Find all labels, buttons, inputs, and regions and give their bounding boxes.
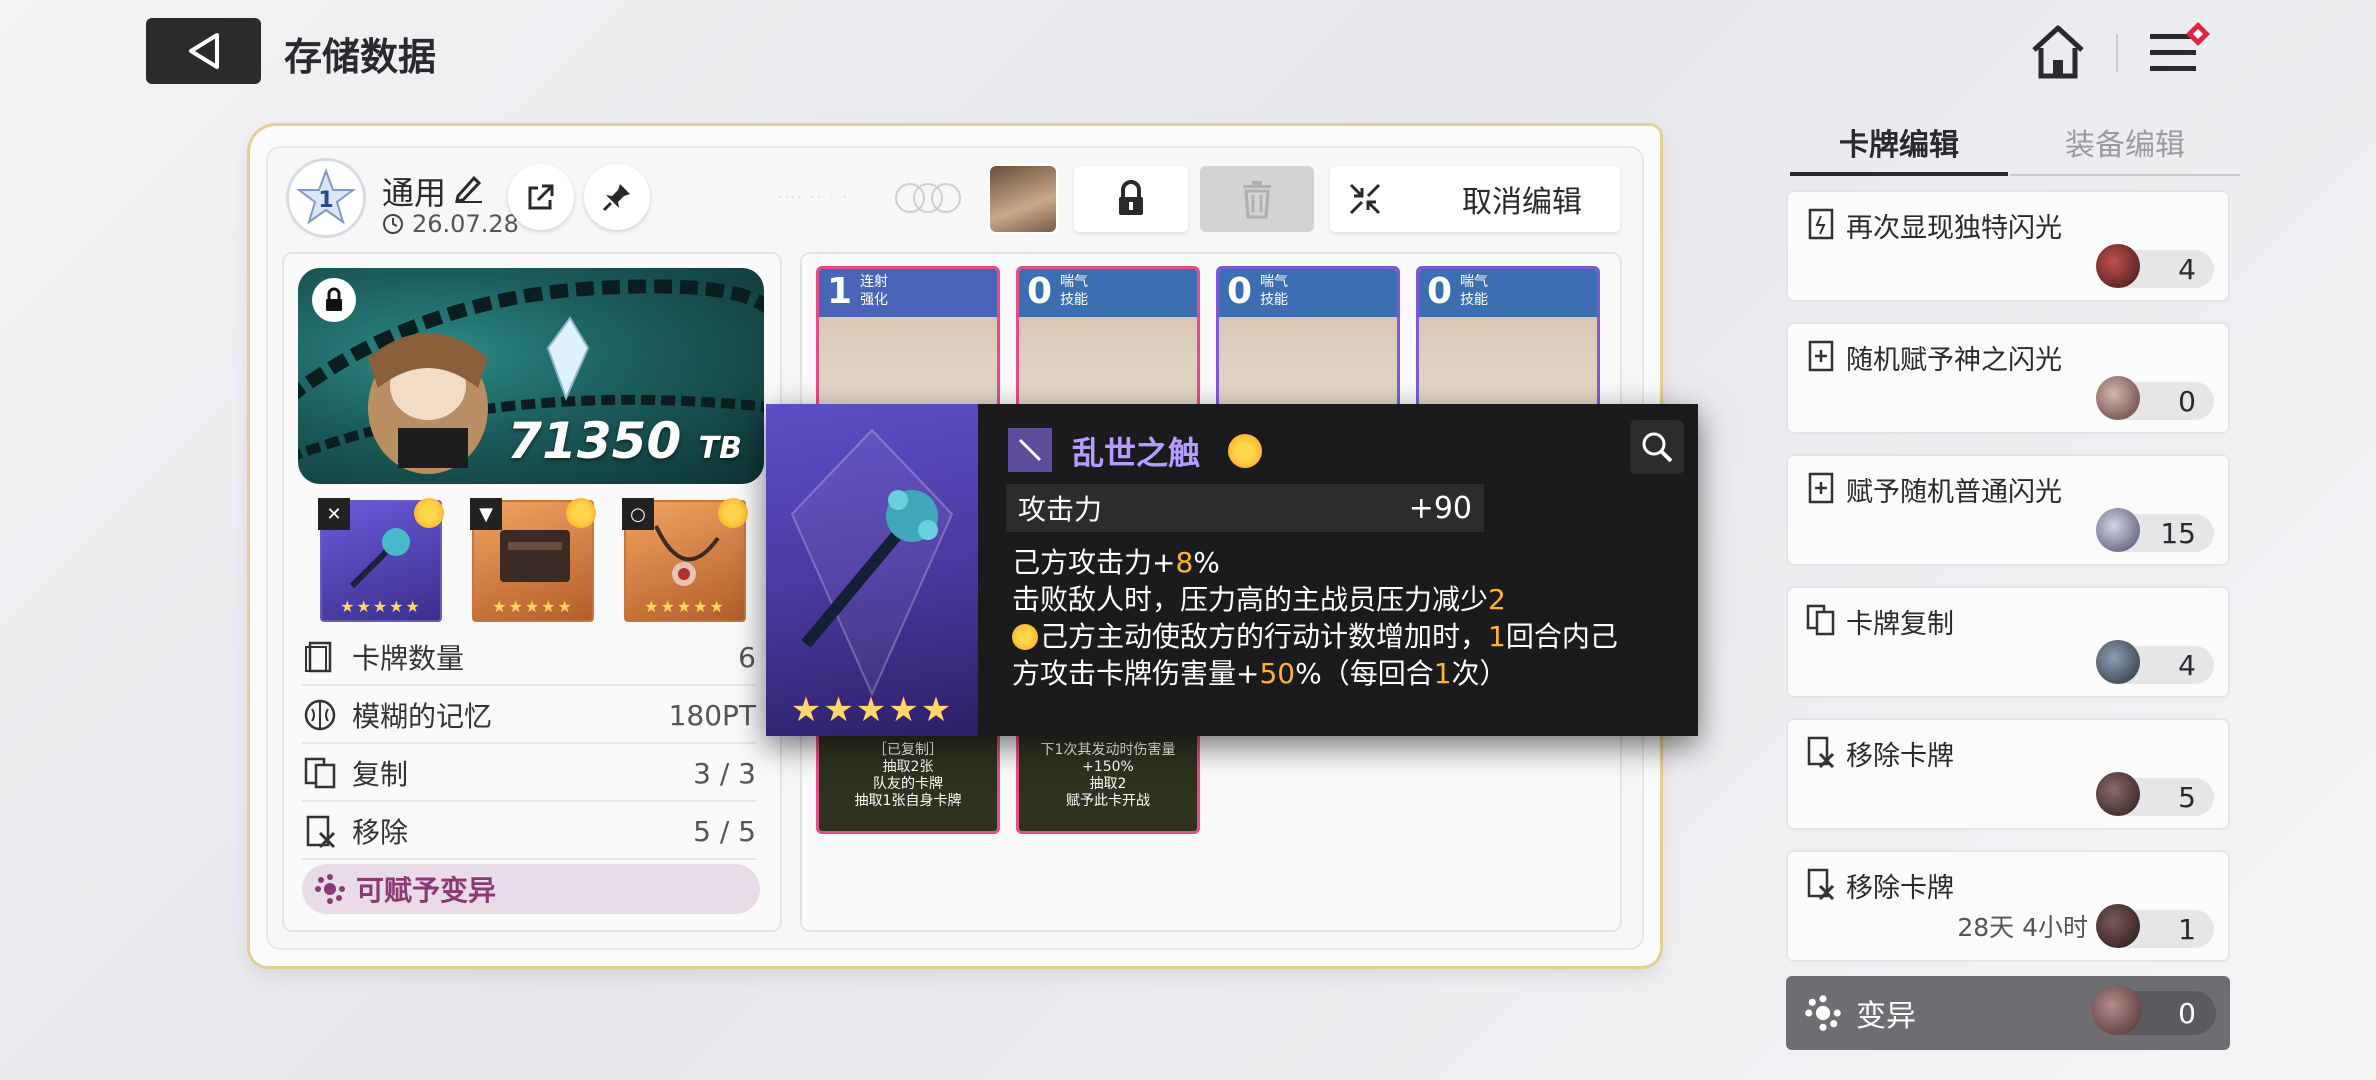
character-avatar[interactable]: [988, 164, 1058, 234]
pin-icon: [602, 184, 630, 212]
dagger-icon: [790, 428, 954, 697]
search-icon: [1642, 432, 1673, 463]
stat-row-copy: 复制 3 / 3: [302, 746, 756, 802]
equipment-tooltip: ★★★★★ 乱世之触 攻击力 +90 己方攻击力+8% 击败敌人时，压力高的主战…: [766, 404, 1698, 736]
modifier-item[interactable]: 移除卡牌 28天 4小时 1: [1786, 850, 2230, 962]
sun-icon: [1012, 624, 1038, 650]
deck-date-text: 26.07.28: [412, 210, 519, 238]
share-button[interactable]: [508, 164, 574, 230]
material-orb-icon: [2092, 985, 2142, 1035]
weapon-type-icon: [1008, 428, 1052, 472]
material-orb-icon: [2096, 904, 2140, 948]
card-description: ［已复制］ 抽取2张 队友的卡牌 抽取1张自身卡牌: [816, 734, 1000, 834]
back-button[interactable]: [146, 18, 261, 84]
equip-slot-weapon[interactable]: ✕ ★★★★★: [318, 498, 444, 622]
character-banner[interactable]: 71350 TB: [298, 268, 764, 484]
mutate-button[interactable]: 变异 0: [1786, 976, 2230, 1050]
collapse-icon: [1349, 183, 1381, 215]
lock-icon: [1119, 180, 1143, 215]
add-card-icon: [1808, 340, 1834, 372]
dagger-icon: [349, 528, 410, 589]
mutate-icon: [315, 874, 345, 904]
modifier-item[interactable]: 随机赋予神之闪光 0: [1786, 322, 2230, 434]
stat-row-memory: 模糊的记忆 180PT: [302, 688, 756, 744]
cancel-edit-label: 取消编辑: [1462, 185, 1582, 220]
rings-decor-icon: [892, 180, 964, 216]
back-arrow-icon: [188, 33, 219, 69]
menu-button[interactable]: [2146, 20, 2216, 82]
rename-button[interactable]: [452, 170, 486, 204]
tab-equip-edit[interactable]: 装备编辑: [2010, 120, 2240, 176]
material-orb-icon: [2096, 772, 2140, 816]
necklace-icon: [654, 525, 720, 586]
home-icon: [2032, 25, 2084, 79]
card-description: 下1次其发动时伤害量 +150% 抽取2 赋予此卡开战: [1016, 734, 1200, 834]
modifier-timer: 28天 4小时: [1957, 913, 2088, 942]
banner-lock-badge: [312, 278, 356, 322]
material-orb-icon: [2096, 376, 2140, 420]
clock-icon: [383, 214, 403, 234]
pin-button[interactable]: [584, 164, 650, 230]
tab-card-edit[interactable]: 卡牌编辑: [1790, 120, 2008, 176]
box-icon: [500, 530, 570, 582]
cards-icon: [305, 641, 332, 673]
add-card-icon: [1808, 472, 1834, 504]
mutate-available-pill[interactable]: 可赋予变异: [302, 864, 760, 914]
lock-icon: [326, 287, 342, 311]
stat-row-card-count: 卡牌数量 6: [302, 630, 756, 686]
tooltip-item-art: ★★★★★: [766, 404, 978, 736]
equip-slot-ring[interactable]: ○ ★★★★★: [622, 498, 748, 622]
trash-icon: [1243, 181, 1271, 219]
delete-button[interactable]: [1200, 166, 1314, 232]
equip-slot-armor[interactable]: ▼ ★★★★★: [470, 498, 596, 622]
star-badge-icon: 1: [296, 168, 356, 225]
brain-icon: [304, 699, 336, 731]
material-orb-icon: [2096, 508, 2140, 552]
svg-text:1: 1: [318, 188, 333, 213]
magnify-button[interactable]: [1630, 420, 1684, 474]
mutate-icon: [1805, 995, 1841, 1031]
deck-name: 通用: [382, 174, 447, 212]
item-stat-row: 攻击力 +90: [1006, 484, 1484, 532]
cancel-edit-button[interactable]: 取消编辑: [1330, 166, 1620, 232]
divider: [2116, 34, 2118, 72]
deck-level-badge: 1: [286, 158, 366, 238]
share-icon: [528, 184, 554, 210]
deck-date: 26.07.28: [382, 210, 519, 238]
modifier-item[interactable]: 再次显现独特闪光 4: [1786, 190, 2230, 302]
menu-icon: [2150, 22, 2210, 71]
copy-icon: [304, 757, 336, 789]
stat-row-remove: 移除 5 / 5: [302, 804, 756, 860]
modifier-item[interactable]: 移除卡牌 5: [1786, 718, 2230, 830]
home-button[interactable]: [2028, 22, 2088, 82]
decor-text: ···· ·· · ·: [778, 190, 849, 206]
remove-card-icon: [1807, 868, 1835, 900]
item-description: 己方攻击力+8% 击败敌人时，压力高的主战员压力减少2 己方主动使敌方的行动计数…: [1012, 546, 1618, 690]
lock-button[interactable]: [1074, 166, 1188, 232]
page-title: 存储数据: [284, 35, 437, 79]
sun-icon: [1228, 434, 1262, 468]
flash-card-icon: [1808, 208, 1834, 240]
copy-icon: [1806, 604, 1835, 636]
pencil-icon: [455, 175, 482, 203]
modifier-item[interactable]: 赋予随机普通闪光 15: [1786, 454, 2230, 566]
remove-card-icon: [306, 815, 336, 849]
item-name: 乱世之触: [1072, 434, 1201, 472]
storage-value: 71350 TB: [507, 412, 742, 470]
remove-card-icon: [1807, 736, 1835, 768]
material-orb-icon: [2096, 244, 2140, 288]
modifier-item[interactable]: 卡牌复制 4: [1786, 586, 2230, 698]
material-orb-icon: [2096, 640, 2140, 684]
